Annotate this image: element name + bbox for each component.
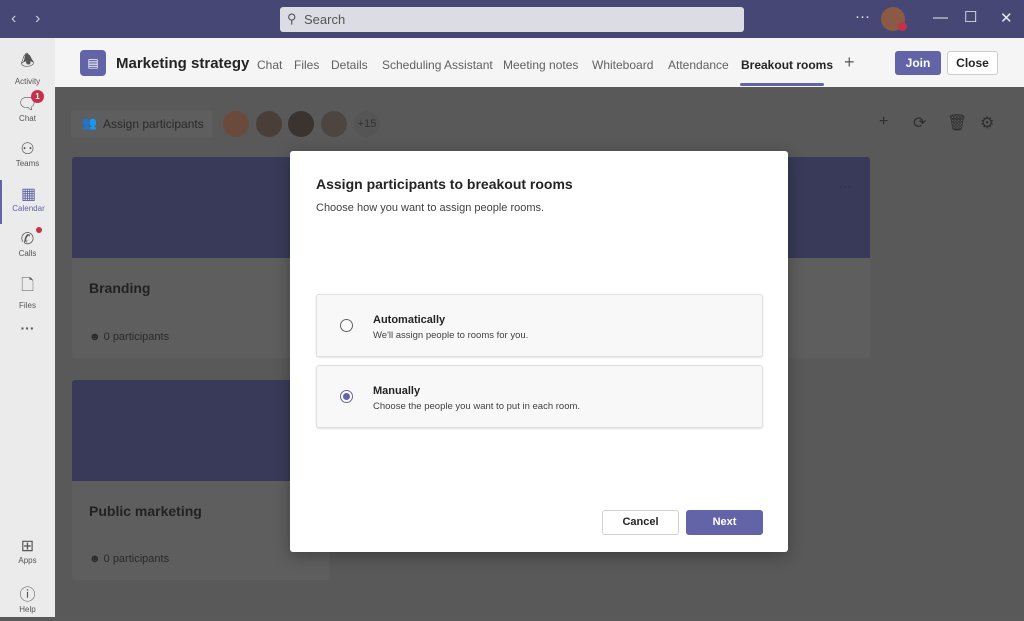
sidebar-item-chat[interactable]: 🗨 Chat 1 [0,90,55,134]
cancel-button[interactable]: Cancel [602,510,679,535]
file-icon: 🗋 [21,277,34,294]
apps-icon: ⊞ [20,538,35,555]
room-name: Public marketing [89,503,202,519]
radio-automatically[interactable] [340,319,353,332]
forward-icon[interactable]: › [35,10,40,28]
back-icon[interactable]: ‹ [11,10,16,28]
recreate-icon[interactable]: ⟳ [913,113,926,133]
delete-icon[interactable]: 🗑 [947,113,967,133]
search-icon: ⚲ [287,11,297,26]
close-button[interactable]: Close [947,51,998,75]
sidebar-item-help[interactable]: ⓘ Help [0,577,55,621]
bell-icon: 🕭 [20,53,35,70]
option-manually[interactable]: Manually Choose the people you want to p… [316,365,763,428]
next-button[interactable]: Next [686,510,763,535]
option-automatically[interactable]: Automatically We'll assign people to roo… [316,294,763,357]
sidebar-item-calendar[interactable]: ▦ Calendar [0,180,55,224]
people-icon: 👥 [82,116,97,130]
tab-scheduling-assistant[interactable]: Scheduling Assistant [382,58,493,72]
sidebar-item-apps[interactable]: ⊞ Apps [0,532,55,576]
more-icon[interactable]: ··· [839,179,851,193]
calls-dot [36,227,42,233]
assign-participants-dialog: Assign participants to breakout rooms Ch… [290,151,788,552]
room-participant-count: ☻ 0 participants [89,553,170,565]
sidebar-item-calls[interactable]: ✆ Calls [0,225,55,269]
room-name: Branding [89,280,151,296]
more-participants-count[interactable]: +15 [354,111,380,137]
more-apps-button[interactable]: ··· [0,320,55,364]
room-participant-count: ☻ 0 participants [89,331,170,343]
assign-participants-button[interactable]: 👥 Assign participants [71,110,212,138]
avatar [223,111,249,137]
avatar [288,111,314,137]
add-tab-button[interactable]: + [844,52,855,73]
active-tab-indicator [740,83,824,86]
minimize-icon[interactable]: — [933,9,948,26]
chat-badge: 1 [31,90,44,103]
sidebar: 🕭 Activity 🗨 Chat 1 ⚇ Teams ▦ Calendar ✆ Calls… [0,38,55,617]
add-room-icon[interactable]: + [879,113,888,131]
chat-icon: 🗨 [17,96,38,113]
sidebar-item-teams[interactable]: ⚇ Teams [0,135,55,179]
dialog-subtitle: Choose how you want to assign people roo… [316,202,545,214]
help-icon: ⓘ [19,587,36,604]
tab-files[interactable]: Files [294,58,319,72]
join-button[interactable]: Join [895,51,941,75]
tab-details[interactable]: Details [331,58,368,72]
tab-breakout-rooms[interactable]: Breakout rooms [741,58,833,72]
tab-attendance[interactable]: Attendance [668,58,729,72]
more-icon[interactable]: ··· [855,8,870,25]
search-input[interactable]: ⚲ Search [280,7,744,32]
radio-manually[interactable] [340,390,353,403]
maximize-icon[interactable]: ☐ [964,8,977,26]
title-bar: ‹ › ⚲ Search ··· — ☐ ✕ [0,0,1024,38]
tab-meeting-notes[interactable]: Meeting notes [503,58,578,72]
calendar-icon: ▤ [80,50,106,76]
avatar [321,111,347,137]
dialog-title: Assign participants to breakout rooms [316,176,573,192]
presence-icon [898,22,907,31]
close-window-icon[interactable]: ✕ [1000,9,1013,27]
teams-icon: ⚇ [20,141,35,158]
calendar-icon: ▦ [20,186,37,203]
sidebar-item-files[interactable]: 🗋 Files [0,270,55,314]
tab-chat[interactable]: Chat [257,58,282,72]
tab-whiteboard[interactable]: Whiteboard [592,58,653,72]
phone-icon: ✆ [20,231,35,248]
sidebar-item-activity[interactable]: 🕭 Activity [0,46,55,90]
page-title: Marketing strategy [116,55,250,72]
avatar [256,111,282,137]
meeting-header: ▤ Marketing strategy Chat Files Details … [55,38,1024,87]
settings-icon[interactable]: ⚙ [980,113,994,133]
